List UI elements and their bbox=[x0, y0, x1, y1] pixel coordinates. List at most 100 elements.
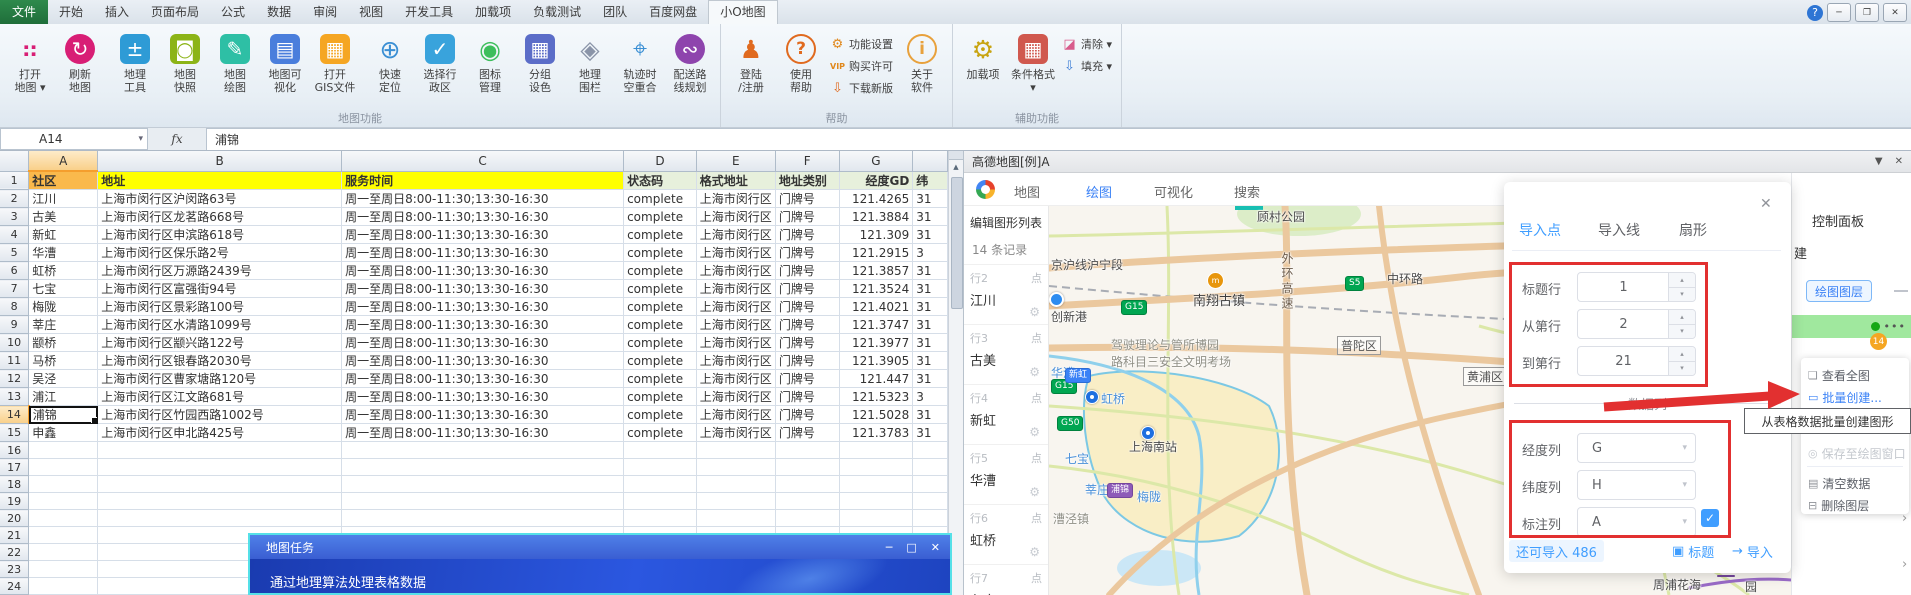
column-select[interactable]: H ▾ bbox=[1577, 470, 1696, 500]
cell-E2[interactable]: 上海市闵行区 bbox=[696, 189, 776, 208]
cell-G5[interactable]: 121.2915 bbox=[839, 243, 914, 262]
gear-icon[interactable]: ⚙ bbox=[1029, 545, 1040, 559]
cell-G6[interactable]: 121.3857 bbox=[839, 261, 914, 280]
cell-E8[interactable]: 上海市闵行区 bbox=[696, 297, 776, 316]
cell-H4[interactable]: 31 bbox=[912, 225, 948, 244]
title-button[interactable]: ▣ 标题 bbox=[1672, 542, 1714, 561]
popup-close-icon[interactable]: ✕ bbox=[1760, 196, 1772, 212]
ribbon-button[interactable]: ✎ 地图 绘图 bbox=[210, 28, 260, 94]
cell-B2[interactable]: 上海市闵行区沪闵路63号 bbox=[97, 189, 343, 208]
ribbon-button[interactable]: ⌖ 轨迹时 空重合 bbox=[615, 28, 665, 94]
ribbon-tab-2[interactable]: 插入 bbox=[94, 0, 140, 24]
ribbon-button[interactable]: i 关于 软件 bbox=[897, 28, 947, 94]
cell-G2[interactable]: 121.4265 bbox=[839, 189, 914, 208]
cell-E15[interactable]: 上海市闵行区 bbox=[696, 423, 776, 442]
cell-C14[interactable]: 周一至周日8:00-11:30;13:30-16:30 bbox=[341, 405, 625, 424]
cell-C7[interactable]: 周一至周日8:00-11:30;13:30-16:30 bbox=[341, 279, 625, 298]
row-header-8[interactable]: 8 bbox=[0, 297, 30, 316]
ribbon-tab-5[interactable]: 数据 bbox=[256, 0, 302, 24]
cell-C20[interactable] bbox=[341, 509, 625, 527]
cell-E19[interactable] bbox=[696, 492, 776, 510]
cell-D4[interactable]: complete bbox=[623, 225, 697, 244]
cell-E5[interactable]: 上海市闵行区 bbox=[696, 243, 776, 262]
column-select[interactable]: G ▾ bbox=[1577, 433, 1696, 463]
sheet-vertical-scrollbar[interactable]: ▲ bbox=[948, 151, 963, 595]
step-down-icon[interactable]: ▾ bbox=[1669, 362, 1695, 376]
cell-A6[interactable]: 虹桥 bbox=[28, 261, 99, 280]
cell-F9[interactable]: 门牌号 bbox=[775, 315, 840, 334]
cell-C6[interactable]: 周一至周日8:00-11:30;13:30-16:30 bbox=[341, 261, 625, 280]
cell-C1[interactable]: 服务时间 bbox=[341, 171, 625, 190]
name-box-dropdown-icon[interactable]: ▾ bbox=[138, 134, 143, 144]
cell-E17[interactable] bbox=[696, 458, 776, 476]
dialog-titlebar[interactable]: 地图任务 ─ □ ✕ bbox=[250, 535, 950, 559]
cell-C9[interactable]: 周一至周日8:00-11:30;13:30-16:30 bbox=[341, 315, 625, 334]
name-box[interactable]: A14 ▾ bbox=[0, 128, 148, 150]
cell-B14[interactable]: 上海市闵行区竹园西路1002号 bbox=[97, 405, 343, 424]
cell-C3[interactable]: 周一至周日8:00-11:30;13:30-16:30 bbox=[341, 207, 625, 226]
cell-H1[interactable]: 纬 bbox=[912, 171, 948, 190]
cell-G4[interactable]: 121.309 bbox=[839, 225, 914, 244]
cell-E16[interactable] bbox=[696, 441, 776, 459]
cell-E14[interactable]: 上海市闵行区 bbox=[696, 405, 776, 424]
row-header-24[interactable]: 24 bbox=[0, 577, 30, 595]
cell-H15[interactable]: 31 bbox=[912, 423, 948, 442]
cell-G8[interactable]: 121.4021 bbox=[839, 297, 914, 316]
cell-H17[interactable] bbox=[912, 458, 948, 476]
gear-icon[interactable]: ⚙ bbox=[1029, 365, 1040, 379]
column-header-clipped[interactable] bbox=[912, 151, 948, 172]
cell-D6[interactable]: complete bbox=[623, 261, 697, 280]
cell-G15[interactable]: 121.3783 bbox=[839, 423, 914, 442]
shape-list-item[interactable]: 行2 点江川 ⚙ bbox=[964, 264, 1048, 324]
view-full-map-item[interactable]: ❏ 查看全图 bbox=[1801, 364, 1909, 386]
cell-E20[interactable] bbox=[696, 509, 776, 527]
cell-B15[interactable]: 上海市闵行区申北路425号 bbox=[97, 423, 343, 442]
scrollbar-thumb[interactable] bbox=[951, 177, 963, 309]
column-header-E[interactable]: E bbox=[696, 151, 776, 172]
row-header-13[interactable]: 13 bbox=[0, 387, 30, 406]
column-select[interactable]: A ▾ bbox=[1577, 507, 1696, 537]
cell-F18[interactable] bbox=[775, 475, 840, 493]
ribbon-tab-8[interactable]: 开发工具 bbox=[394, 0, 464, 24]
popup-tab-3[interactable]: 扇形 bbox=[1679, 220, 1707, 240]
ribbon-button[interactable]: ♟ 登陆/注册 bbox=[726, 28, 776, 95]
row-header-20[interactable]: 20 bbox=[0, 509, 30, 527]
cell-E4[interactable]: 上海市闵行区 bbox=[696, 225, 776, 244]
cell-B16[interactable] bbox=[97, 441, 343, 459]
scrollbar-split-handle[interactable] bbox=[949, 151, 963, 160]
cell-A17[interactable] bbox=[28, 458, 99, 476]
cell-B7[interactable]: 上海市闵行区富强街94号 bbox=[97, 279, 343, 298]
cell-D7[interactable]: complete bbox=[623, 279, 697, 298]
cell-B19[interactable] bbox=[97, 492, 343, 510]
cell-F11[interactable]: 门牌号 bbox=[775, 351, 840, 370]
column-header-F[interactable]: F bbox=[775, 151, 840, 172]
cell-B20[interactable] bbox=[97, 509, 343, 527]
cell-A7[interactable]: 七宝 bbox=[28, 279, 99, 298]
shape-list-item[interactable]: 行4 点新虹 ⚙ bbox=[964, 384, 1048, 444]
row-header-2[interactable]: 2 bbox=[0, 189, 30, 208]
cell-G11[interactable]: 121.3905 bbox=[839, 351, 914, 370]
cell-G12[interactable]: 121.447 bbox=[839, 369, 914, 388]
cell-E9[interactable]: 上海市闵行区 bbox=[696, 315, 776, 334]
help-icon[interactable]: ? bbox=[1807, 4, 1823, 21]
cell-B4[interactable]: 上海市闵行区申滨路618号 bbox=[97, 225, 343, 244]
cell-G3[interactable]: 121.3884 bbox=[839, 207, 914, 226]
cell-B5[interactable]: 上海市闵行区保乐路2号 bbox=[97, 243, 343, 262]
dialog-close-icon[interactable]: ✕ bbox=[931, 541, 940, 554]
map-nav-tab-3[interactable]: 可视化 bbox=[1154, 182, 1193, 201]
ribbon-tab-3[interactable]: 页面布局 bbox=[140, 0, 210, 24]
cell-A5[interactable]: 华漕 bbox=[28, 243, 99, 262]
ribbon-button[interactable]: ✓ 选择行 政区 bbox=[415, 28, 465, 94]
cell-B11[interactable]: 上海市闵行区银春路2030号 bbox=[97, 351, 343, 370]
cell-G20[interactable] bbox=[839, 509, 914, 527]
cell-A21[interactable] bbox=[28, 526, 99, 544]
ribbon-button[interactable]: ▤ 地图可 视化 bbox=[260, 28, 310, 94]
cell-E6[interactable]: 上海市闵行区 bbox=[696, 261, 776, 280]
row-header-5[interactable]: 5 bbox=[0, 243, 30, 262]
row-header-17[interactable]: 17 bbox=[0, 458, 30, 476]
cell-B17[interactable] bbox=[97, 458, 343, 476]
cell-C19[interactable] bbox=[341, 492, 625, 510]
cell-D8[interactable]: complete bbox=[623, 297, 697, 316]
ribbon-button[interactable]: ◙ 地图 快照 bbox=[160, 28, 210, 94]
vip-license-button[interactable]: VIP 购买许可 bbox=[830, 58, 893, 74]
